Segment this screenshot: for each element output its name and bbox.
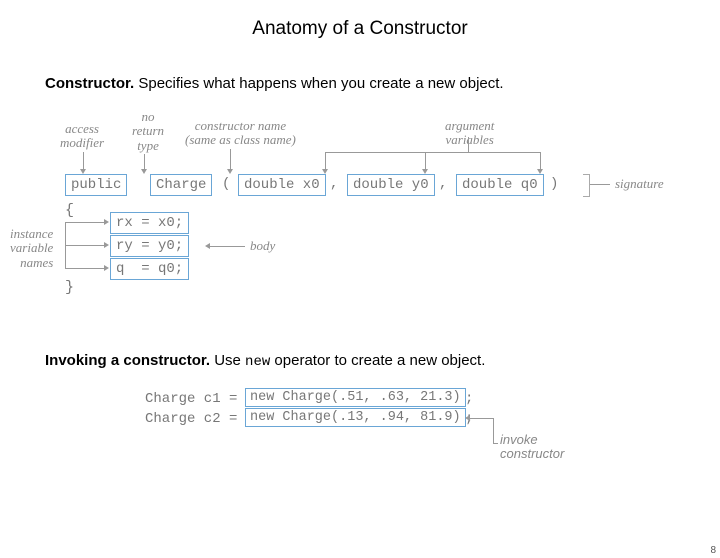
page-title: Anatomy of a Constructor [0, 18, 720, 40]
sig-public: public [65, 174, 127, 196]
sig-paren-close: ) [550, 176, 558, 192]
constructor-text: Specifies what happens when you create a… [134, 75, 503, 92]
ann-body: body [250, 239, 275, 253]
invoking-text2: operator to create a new object. [270, 352, 485, 369]
invoke-line1-box: new Charge(.51, .63, 21.3) [245, 388, 466, 407]
ann-instance-vars: instance variable names [10, 227, 53, 270]
sig-charge: Charge [150, 174, 212, 196]
constructor-anatomy-diagram: access modifier no return type construct… [70, 132, 670, 292]
new-keyword: new [245, 354, 270, 370]
invoke-line1-a: Charge c1 = [145, 391, 237, 407]
invoking-paragraph: Invoking a constructor. Use new operator… [45, 352, 720, 370]
ann-no-return-type: no return type [132, 110, 164, 153]
ann-access-modifier: access modifier [60, 122, 104, 151]
ann-invoke-constructor: invoke constructor [500, 433, 564, 462]
sig-comma1: , [330, 176, 338, 192]
invoke-constructor-diagram: Charge c1 = new Charge(.51, .63, 21.3) ;… [145, 388, 575, 458]
sig-arg2: double y0 [347, 174, 435, 196]
sig-arg3: double q0 [456, 174, 544, 196]
constructor-bold: Constructor. [45, 75, 134, 92]
signature-bracket [583, 174, 590, 197]
assign-ry: ry = y0; [110, 235, 189, 257]
invoking-bold: Invoking a constructor. [45, 352, 210, 369]
ann-constructor-name: constructor name (same as class name) [185, 119, 296, 148]
sig-comma2: , [439, 176, 447, 192]
constructor-paragraph: Constructor. Specifies what happens when… [45, 75, 720, 92]
invoke-line1-c: ; [465, 391, 473, 407]
brace-close: } [65, 279, 74, 296]
ann-signature: signature [615, 177, 664, 191]
assign-rx: rx = x0; [110, 212, 189, 234]
sig-arg1: double x0 [238, 174, 326, 196]
ann-argument-variables: argument variables [445, 119, 494, 148]
invoke-line2-a: Charge c2 = [145, 411, 237, 427]
invoking-text1: Use [210, 352, 245, 369]
assign-q: q = q0; [110, 258, 189, 280]
sig-paren-open: ( [222, 176, 230, 192]
brace-open: { [65, 202, 74, 219]
slide-number: 8 [710, 545, 716, 556]
invoke-line2-box: new Charge(.13, .94, 81.9) [245, 408, 466, 427]
